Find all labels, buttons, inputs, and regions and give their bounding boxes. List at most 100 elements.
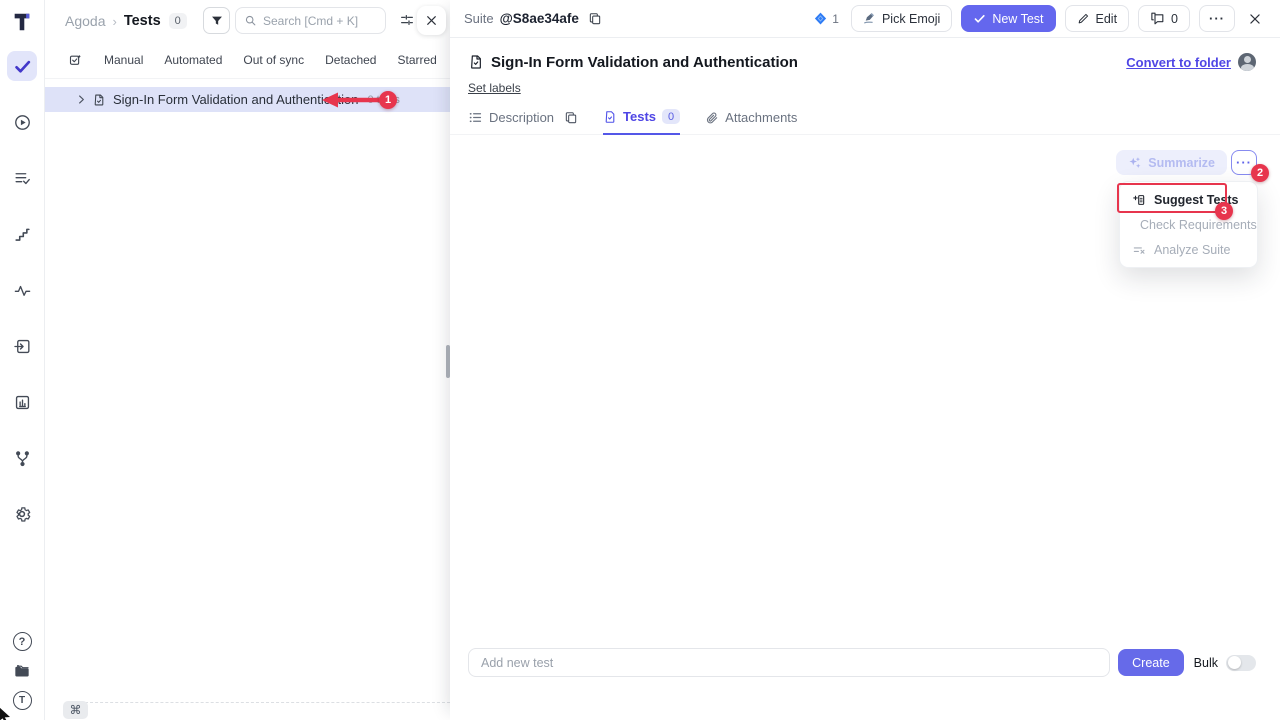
footer-dashed-divider — [85, 702, 450, 703]
filter-tab-automated[interactable]: Automated — [164, 53, 222, 67]
tab-tests-label: Tests — [623, 109, 656, 124]
search-icon — [244, 14, 257, 27]
annotation-arrow-1 — [320, 90, 382, 110]
document-check-icon — [92, 93, 106, 107]
steps-icon — [13, 225, 32, 244]
comments-button[interactable]: 0 — [1138, 5, 1190, 32]
sidebar-item-plans[interactable] — [7, 163, 37, 193]
sidebar-item-analytics[interactable] — [7, 275, 37, 305]
filter-button[interactable] — [203, 7, 230, 34]
filter-funnel-icon — [210, 14, 224, 28]
app-logo-icon[interactable] — [9, 9, 35, 35]
breadcrumb-separator: › — [112, 14, 116, 29]
filter-tab-detached[interactable]: Detached — [325, 53, 376, 67]
close-detail-button[interactable] — [1244, 8, 1266, 30]
icon-rail: ? T — [0, 0, 45, 720]
tests-check-icon — [13, 57, 32, 76]
list-icon — [468, 110, 483, 125]
sidebar-item-branches[interactable] — [7, 443, 37, 473]
ai-actions-row: Summarize ··· — [1116, 150, 1257, 175]
gear-icon — [12, 504, 32, 524]
account-icon[interactable]: T — [13, 691, 32, 710]
create-button[interactable]: Create — [1118, 649, 1184, 676]
tree-panel-footer: ⌘ — [45, 702, 450, 720]
command-icon: ⌘ — [63, 701, 88, 719]
gem-icon — [813, 11, 828, 26]
help-icon[interactable]: ? — [13, 632, 32, 651]
runs-play-icon — [13, 113, 32, 132]
suite-title-row: Sign-In Form Validation and Authenticati… — [450, 53, 1280, 71]
panel-resize-handle[interactable] — [446, 345, 450, 378]
menu-item-analyze-suite[interactable]: Analyze Suite — [1120, 237, 1257, 262]
checkbox-edit-icon[interactable] — [68, 53, 83, 68]
edit-button[interactable]: Edit — [1065, 5, 1130, 32]
suite-header: Suite @S8ae34afe 1 Pick Emoji New Test E… — [450, 0, 1280, 38]
chevron-right-icon[interactable] — [76, 94, 87, 105]
tab-description-label: Description — [489, 110, 554, 125]
suite-type-label: Suite — [464, 11, 494, 26]
close-icon — [1248, 12, 1262, 26]
set-labels-link[interactable]: Set labels — [468, 81, 521, 95]
document-check-icon — [468, 54, 484, 70]
pick-emoji-button[interactable]: Pick Emoji — [851, 5, 952, 32]
comments-count: 0 — [1171, 12, 1178, 26]
close-panel-button[interactable] — [417, 6, 446, 35]
pencil-icon — [1077, 12, 1090, 25]
add-test-row: Create Bulk — [468, 648, 1256, 677]
breadcrumb-project[interactable]: Agoda — [65, 13, 105, 29]
search-input[interactable] — [263, 14, 373, 28]
close-icon — [425, 14, 438, 27]
avatar[interactable] — [1238, 53, 1256, 71]
gem-count: 1 — [832, 12, 839, 26]
tab-attachments[interactable]: Attachments — [705, 110, 797, 134]
edit-label: Edit — [1096, 12, 1118, 26]
sidebar-item-reports[interactable] — [7, 387, 37, 417]
filter-tab-starred[interactable]: Starred — [397, 53, 436, 67]
copy-icon[interactable] — [588, 12, 602, 26]
mouse-cursor — [0, 706, 14, 720]
sidebar-item-settings[interactable] — [7, 499, 37, 529]
sidebar-item-runs[interactable] — [7, 107, 37, 137]
sidebar-item-import[interactable] — [7, 331, 37, 361]
lines-x-icon — [1132, 243, 1146, 257]
menu-item-check-requirements[interactable]: Check Requirements — [1120, 212, 1257, 237]
annotation-badge-1: 1 — [379, 91, 397, 109]
suite-id: @S8ae34afe — [500, 11, 579, 26]
annotation-badge-2: 2 — [1251, 164, 1269, 182]
branch-icon — [13, 449, 32, 468]
new-test-button[interactable]: New Test — [961, 5, 1055, 32]
bulk-label: Bulk — [1194, 656, 1218, 670]
add-test-input[interactable] — [468, 648, 1110, 677]
plans-list-check-icon — [13, 169, 32, 188]
ellipsis-icon: ··· — [1209, 12, 1225, 25]
new-test-label: New Test — [992, 12, 1043, 26]
sidebar-item-tests[interactable] — [7, 51, 37, 81]
tab-tests[interactable]: Tests 0 — [603, 109, 680, 135]
summarize-button[interactable]: Summarize — [1116, 150, 1227, 175]
pulse-icon — [13, 281, 32, 300]
import-icon — [13, 337, 32, 356]
sliders-icon — [399, 12, 415, 28]
filter-tab-out-of-sync[interactable]: Out of sync — [243, 53, 304, 67]
reports-icon — [13, 393, 32, 412]
projects-folder-icon[interactable] — [12, 661, 32, 681]
search-box[interactable] — [235, 7, 386, 34]
tab-description[interactable]: Description — [468, 110, 578, 134]
copy-icon[interactable] — [564, 111, 578, 125]
sidebar-item-steps[interactable] — [7, 219, 37, 249]
tree-filter-tabs: Manual Automated Out of sync Detached St… — [45, 42, 450, 79]
filter-tab-manual[interactable]: Manual — [104, 53, 143, 67]
annotation-badge-3: 3 — [1215, 202, 1233, 220]
convert-to-folder-link[interactable]: Convert to folder — [1126, 55, 1231, 70]
view-options-button[interactable] — [396, 9, 418, 31]
gem-counter[interactable]: 1 — [813, 11, 839, 26]
ellipsis-icon: ··· — [1236, 156, 1252, 169]
document-check-icon — [603, 110, 617, 124]
bulk-toggle[interactable] — [1226, 655, 1256, 671]
summarize-label: Summarize — [1148, 156, 1215, 170]
pick-emoji-label: Pick Emoji — [882, 12, 940, 26]
header-more-button[interactable]: ··· — [1199, 5, 1235, 32]
breadcrumb-current[interactable]: Tests — [124, 13, 161, 29]
check-icon — [973, 12, 986, 25]
pen-icon — [863, 12, 876, 25]
